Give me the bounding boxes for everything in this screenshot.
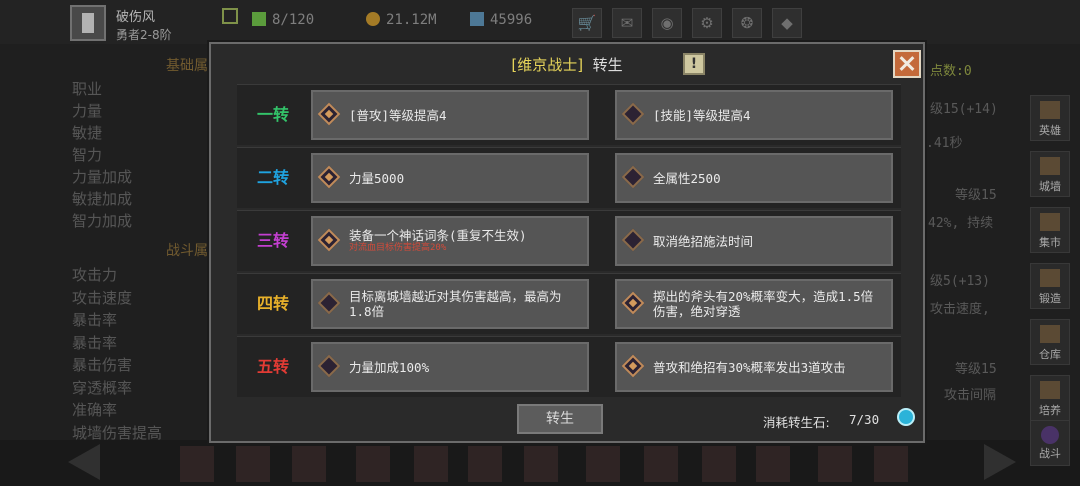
option-text-wrap: 普攻和绝招有30%概率发出3道攻击 (653, 344, 885, 390)
diamond-icon (621, 102, 645, 126)
option-text: 力量加成100% (349, 359, 430, 375)
tier-label: 五转 (256, 357, 289, 376)
tier-option-right[interactable]: 全属性2500 (615, 153, 893, 203)
option-text: 取消绝招施法时间 (653, 233, 754, 249)
tier-list: 一转 [普攻]等级提高4 [技能]等级提高4 二转 力量5000 全属性2500… (237, 84, 901, 399)
diamond-icon (317, 228, 341, 252)
tier-option-left[interactable]: 装备一个神话词条(重复不生效) 对流血目标伤害提高20% (311, 216, 589, 266)
diamond-icon (317, 354, 341, 378)
diamond-icon (621, 291, 645, 315)
option-text: 力量5000 (349, 170, 405, 186)
title-bracket: ] (577, 56, 584, 74)
diamond-icon (621, 354, 645, 378)
rebirth-dialog: [维京战士] 转生 ! 一转 [普攻]等级提高4 [技能]等级提高4 二转 力量… (209, 42, 925, 443)
class-name: 维京战士 (517, 56, 578, 74)
tier-label: 四转 (256, 294, 289, 313)
tier-row: 二转 力量5000 全属性2500 (237, 147, 901, 208)
info-button[interactable]: ! (683, 53, 705, 75)
rebirth-stone-icon (897, 408, 915, 426)
tier-option-left[interactable]: 力量加成100% (311, 342, 589, 392)
tier-option-right[interactable]: [技能]等级提高4 (615, 90, 893, 140)
option-text-wrap: 目标离城墙越近对其伤害越高，最高为1.8倍 (349, 281, 581, 327)
tier-label: 一转 (256, 105, 289, 124)
diamond-icon (317, 102, 341, 126)
tier-option-left[interactable]: [普攻]等级提高4 (311, 90, 589, 140)
tier-row: 五转 力量加成100% 普攻和绝招有30%概率发出3道攻击 (237, 336, 901, 397)
option-subtext: 对流血目标伤害提高20% (349, 243, 447, 253)
diamond-icon (317, 165, 341, 189)
option-text-wrap: 取消绝招施法时间 (653, 218, 885, 264)
tier-option-left[interactable]: 力量5000 (311, 153, 589, 203)
option-text-wrap: 力量加成100% (349, 344, 581, 390)
tier-label: 二转 (256, 168, 289, 187)
option-text-wrap: [技能]等级提高4 (653, 92, 885, 138)
dialog-title: [维京战士] 转生 (211, 54, 923, 75)
cost-label: 消耗转生石: (763, 415, 830, 430)
tier-option-right[interactable]: 普攻和绝招有30%概率发出3道攻击 (615, 342, 893, 392)
tier-option-left[interactable]: 目标离城墙越近对其伤害越高，最高为1.8倍 (311, 279, 589, 329)
option-text-wrap: 掷出的斧头有20%概率变大，造成1.5倍伤害，绝对穿透 (653, 281, 885, 327)
tier-row: 一转 [普攻]等级提高4 [技能]等级提高4 (237, 84, 901, 145)
tier-option-right[interactable]: 掷出的斧头有20%概率变大，造成1.5倍伤害，绝对穿透 (615, 279, 893, 329)
cost-value: 7/30 (849, 412, 880, 427)
option-text-wrap: 装备一个神话词条(重复不生效) 对流血目标伤害提高20% (349, 218, 581, 264)
option-text: 全属性2500 (653, 170, 721, 186)
option-text: [技能]等级提高4 (653, 107, 751, 123)
tier-row: 三转 装备一个神话词条(重复不生效) 对流血目标伤害提高20% 取消绝招施法时间 (237, 210, 901, 271)
option-text: 目标离城墙越近对其伤害越高，最高为1.8倍 (349, 289, 562, 319)
option-text: 普攻和绝招有30%概率发出3道攻击 (653, 359, 846, 375)
option-text-wrap: 全属性2500 (653, 155, 885, 201)
option-text-wrap: [普攻]等级提高4 (349, 92, 581, 138)
diamond-icon (317, 291, 341, 315)
close-icon[interactable] (893, 50, 921, 78)
tier-row: 四转 目标离城墙越近对其伤害越高，最高为1.8倍 掷出的斧头有20%概率变大，造… (237, 273, 901, 334)
diamond-icon (621, 165, 645, 189)
tier-label: 三转 (256, 231, 289, 250)
option-text: 装备一个神话词条(重复不生效) (349, 228, 527, 243)
option-text: [普攻]等级提高4 (349, 107, 447, 123)
rebirth-button[interactable]: 转生 (517, 404, 603, 434)
tier-option-right[interactable]: 取消绝招施法时间 (615, 216, 893, 266)
option-text: 掷出的斧头有20%概率变大，造成1.5倍伤害，绝对穿透 (653, 289, 874, 319)
diamond-icon (621, 228, 645, 252)
option-text-wrap: 力量5000 (349, 155, 581, 201)
title-text: 转生 (592, 56, 623, 74)
